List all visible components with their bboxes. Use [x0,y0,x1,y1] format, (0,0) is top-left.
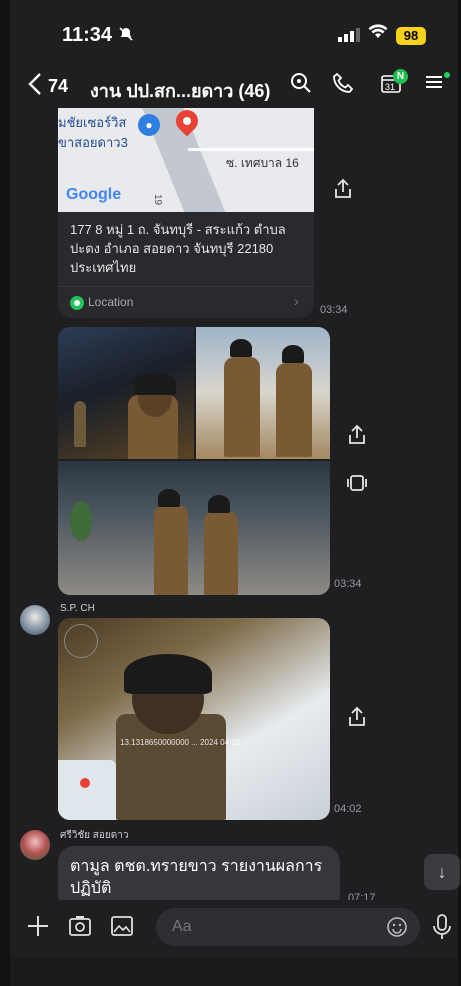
map-place-label: มชัยเซอร์วิส [58,115,127,130]
photo-thumbnail[interactable] [58,461,330,595]
share-icon[interactable] [346,424,372,450]
message-text: ตามูล ตชต.ทรายขาว รายงานผลการปฏิบัติ [70,858,323,897]
person-figure [74,401,86,447]
helmet-shape [158,489,180,507]
search-icon[interactable] [290,72,314,96]
message-time: 03:34 [320,304,348,316]
compass-icon [64,624,98,658]
location-footer[interactable]: Location › [58,286,314,318]
location-address: 177 8 หมู่ 1 ถ. จันทบุรี - สระแก้ว ตำบล … [70,222,286,275]
album-icon[interactable] [346,472,372,498]
wifi-icon [368,24,388,45]
message-time: 03:34 [334,578,362,590]
sender-name: S.P. CH [60,603,95,614]
person-figure [204,511,238,595]
photo-overlay-text: 13.1318650000000 ... 2024 04:02 [120,738,241,747]
map-place-label: ขาสอยดาว3 [58,135,128,150]
location-icon [70,296,84,310]
lock-icon: ● [138,114,160,136]
photo-thumbnail[interactable] [58,327,194,459]
chat-header: 74 งาน ปป.สก...ยดาว (46) 31 N [10,64,458,110]
message-time: 04:02 [334,803,362,815]
image-icon[interactable] [110,914,138,942]
chevron-right-icon: › [294,293,299,309]
message-input[interactable]: Aa [156,908,420,946]
person-figure [224,357,260,457]
camera-icon[interactable] [68,914,96,942]
share-icon[interactable] [332,178,358,204]
arrow-down-icon[interactable]: ↓ [424,854,460,890]
map-street-line [188,148,314,151]
helmet-shape [208,495,230,513]
helmet-shape [124,654,212,694]
mic-icon[interactable] [432,914,454,942]
chat-screen: 11:34 98 74 งาน ปป.สก...ยดาว (46) 31 N ม… [10,0,460,986]
svg-text:31: 31 [385,82,395,92]
share-icon[interactable] [346,706,372,732]
unread-count[interactable]: 74 [48,76,68,97]
plant-shape [70,501,92,541]
map-street-label: ซ. เทศบาล 16 [226,156,299,170]
chat-title[interactable]: งาน ปป.สก...ยดาว (46) [90,76,270,105]
map-preview[interactable]: มชัยเซอร์วิส ขาสอยดาว3 ● ซ. เทศบาล 16 Go… [58,108,314,212]
page: 11:34 98 74 งาน ปป.สก...ยดาว (46) 31 N ม… [0,0,461,986]
map-number-label: 19 [152,193,164,206]
message-input-bar: Aa [10,900,458,958]
helmet-shape [282,345,304,363]
status-time: 11:34 [62,24,113,46]
silent-icon [118,26,134,47]
location-label: Location [88,295,134,309]
google-logo: Google [66,186,122,203]
location-card[interactable]: มชัยเซอร์วิส ขาสอยดาว3 ● ซ. เทศบาล 16 Go… [58,108,314,318]
signal-icon [338,28,360,47]
helmet-shape [230,339,252,357]
phone-icon[interactable] [332,72,356,96]
photo-thumbnail[interactable]: 13.1318650000000 ... 2024 04:02 [58,618,330,820]
emoji-icon[interactable] [386,916,408,938]
photo-thumbnail[interactable] [196,327,330,459]
avatar[interactable] [20,830,50,860]
battery-indicator: 98 [396,27,426,45]
plus-icon[interactable] [26,914,54,942]
home-indicator-area [10,958,458,986]
calendar-badge: N [393,69,408,84]
back-icon[interactable] [28,72,42,102]
avatar[interactable] [20,605,50,635]
map-pin-icon [80,778,90,788]
status-bar: 11:34 98 [10,18,458,54]
helmet-shape [134,373,176,395]
person-figure [154,505,188,595]
person-figure [276,363,312,457]
mini-map [58,760,116,820]
notification-dot [444,72,450,78]
sender-name: ศรีวิชัย สอยดาว [60,830,129,841]
